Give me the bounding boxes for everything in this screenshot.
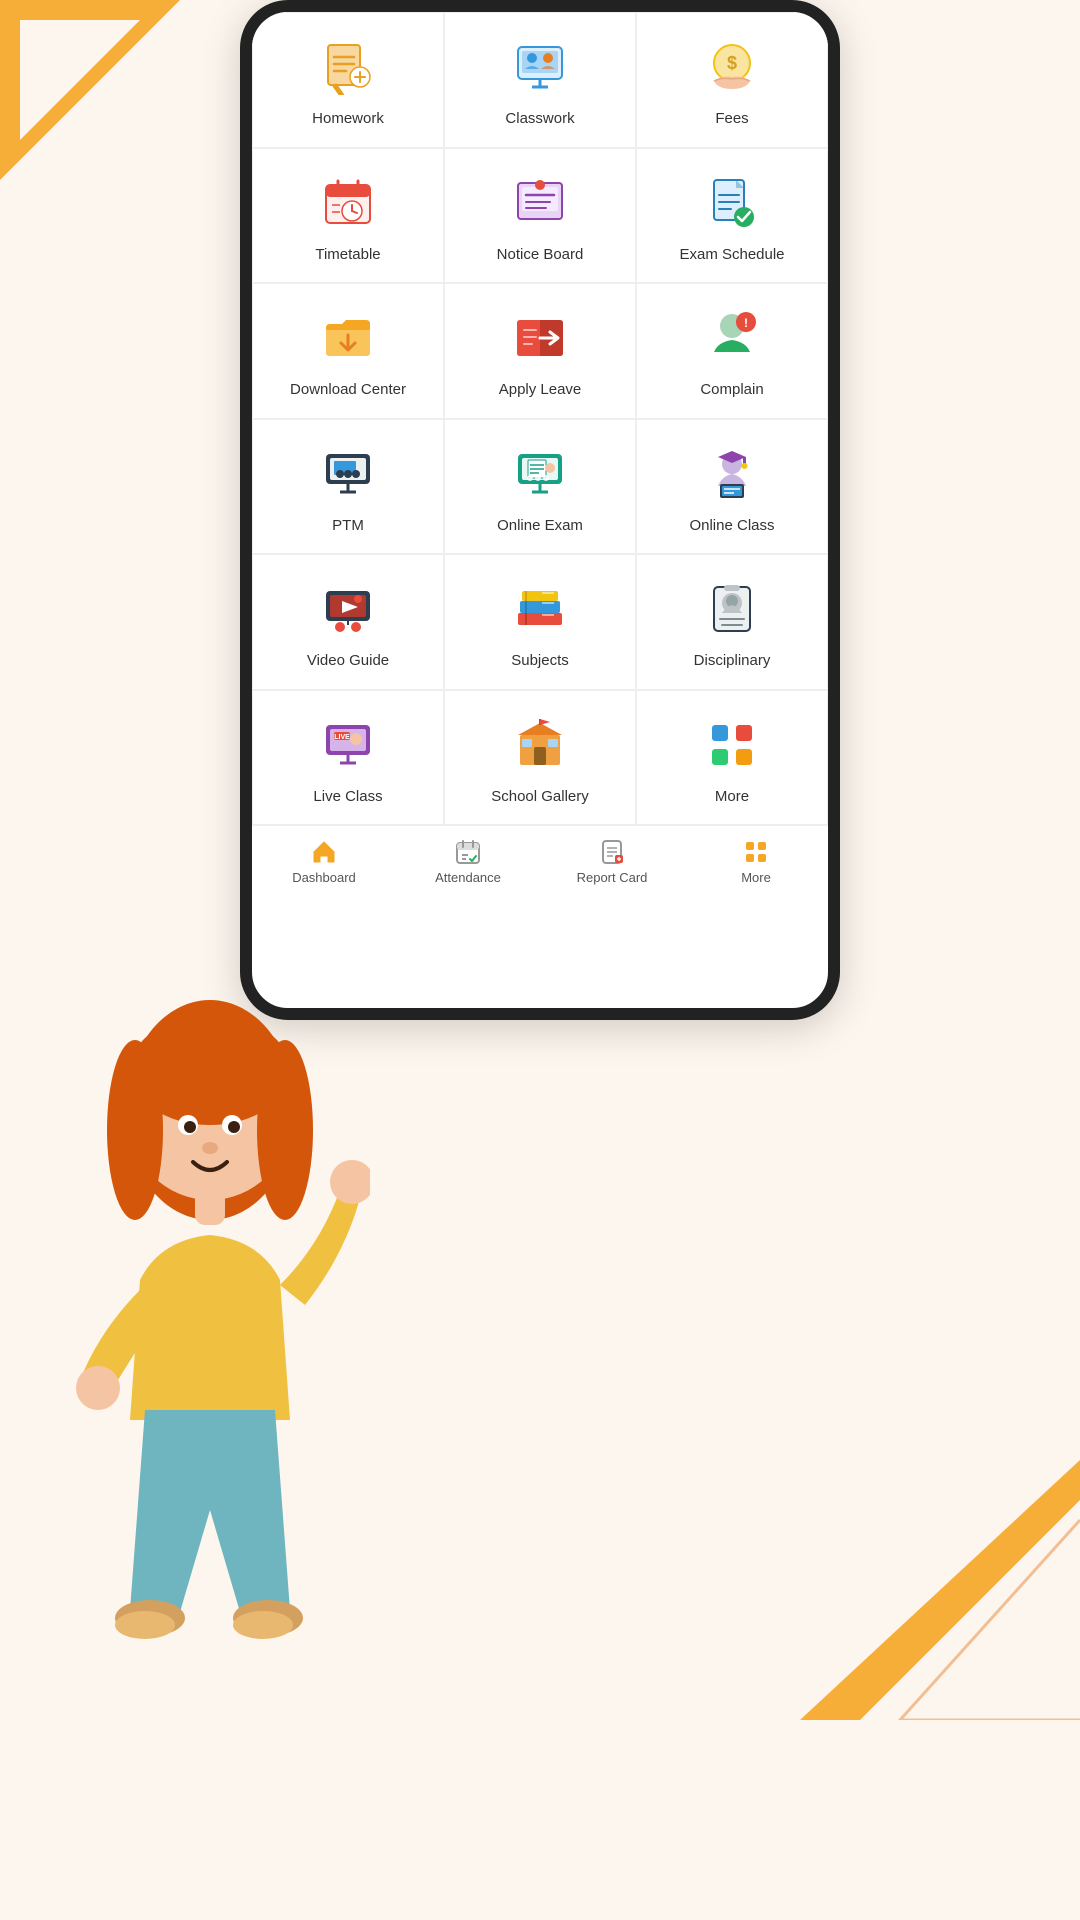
grid-item-ptm[interactable]: PTM [252,419,444,555]
grid-item-classwork[interactable]: Classwork [444,12,636,148]
online-class-label: Online Class [689,516,774,536]
subjects-label: Subjects [511,651,569,671]
disciplinary-icon [700,577,764,641]
online-exam-label: Online Exam [497,516,583,536]
classwork-icon [508,35,572,99]
subjects-icon [508,577,572,641]
bg-triangle-top-left [0,0,180,180]
fees-icon: $ [700,35,764,99]
grid-item-download-center[interactable]: Download Center [252,283,444,419]
grid-item-online-class[interactable]: Online Class [636,419,828,555]
complain-icon: ! [700,306,764,370]
online-class-icon [700,442,764,506]
grid-item-school-gallery[interactable]: School Gallery [444,690,636,826]
bg-triangle-bottom-right [780,1460,1080,1720]
report-card-icon [598,838,626,866]
ptm-label: PTM [332,516,364,536]
more-icon [700,713,764,777]
grid-item-video-guide[interactable]: Video Guide [252,554,444,690]
fees-label: Fees [715,109,748,129]
grid-item-fees[interactable]: $ Fees [636,12,828,148]
exam-schedule-label: Exam Schedule [679,245,784,265]
grid-item-more[interactable]: More [636,690,828,826]
svg-text:!: ! [744,316,748,330]
grid-item-homework[interactable]: Homework [252,12,444,148]
grid-item-notice-board[interactable]: Notice Board [444,148,636,284]
disciplinary-label: Disciplinary [694,651,771,671]
grid-icon [742,838,770,866]
download-center-label: Download Center [290,380,406,400]
school-gallery-icon [508,713,572,777]
app-grid: Homework Classwork [252,12,828,825]
notice-board-icon [508,171,572,235]
exam-schedule-icon [700,171,764,235]
grid-item-subjects[interactable]: Subjects [444,554,636,690]
grid-item-complain[interactable]: ! Complain [636,283,828,419]
more-nav-label: More [741,870,771,885]
homework-label: Homework [312,109,384,129]
apply-leave-label: Apply Leave [499,380,582,400]
ptm-icon [316,442,380,506]
attendance-icon [454,838,482,866]
school-gallery-label: School Gallery [491,787,589,807]
grid-item-timetable[interactable]: Timetable [252,148,444,284]
apply-leave-icon [508,306,572,370]
grid-item-exam-schedule[interactable]: Exam Schedule [636,148,828,284]
video-guide-label: Video Guide [307,651,389,671]
grid-item-live-class[interactable]: LIVE Live Class [252,690,444,826]
svg-text:$: $ [727,53,737,73]
video-guide-icon [316,577,380,641]
complain-label: Complain [700,380,763,400]
attendance-nav-label: Attendance [435,870,501,885]
live-class-icon: LIVE [316,713,380,777]
nav-item-report-card[interactable]: Report Card [540,838,684,885]
svg-text:LIVE: LIVE [334,734,350,741]
download-center-icon [316,306,380,370]
more-label: More [715,787,749,807]
character-figure [0,840,420,1740]
grid-item-disciplinary[interactable]: Disciplinary [636,554,828,690]
report-card-nav-label: Report Card [577,870,648,885]
grid-item-apply-leave[interactable]: Apply Leave [444,283,636,419]
nav-item-more[interactable]: More [684,838,828,885]
timetable-label: Timetable [315,245,380,265]
classwork-label: Classwork [505,109,574,129]
homework-icon [316,35,380,99]
online-exam-icon [508,442,572,506]
timetable-icon [316,171,380,235]
notice-board-label: Notice Board [497,245,584,265]
live-class-label: Live Class [313,787,382,807]
grid-item-online-exam[interactable]: Online Exam [444,419,636,555]
